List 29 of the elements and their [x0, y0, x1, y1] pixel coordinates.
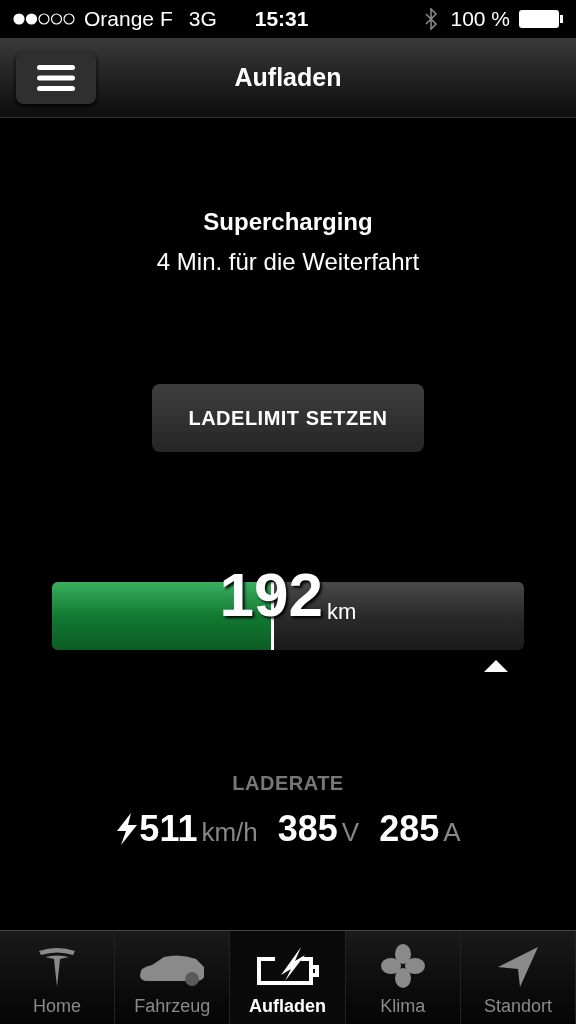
stat-unit: km/h [201, 816, 258, 849]
battery-percent: 100 % [450, 6, 510, 33]
tab[interactable]: Standort [460, 931, 576, 1024]
fan-icon [379, 943, 426, 989]
lightning-icon [115, 813, 140, 845]
charge-rate-label: LADERATE [232, 771, 344, 796]
clock: 15:31 [254, 6, 309, 33]
stat-unit: A [443, 816, 461, 849]
menu-icon [37, 64, 75, 91]
tab[interactable]: Home [0, 931, 116, 1024]
set-limit-button[interactable]: LADELIMIT SETZEN [152, 384, 424, 452]
charge-limit-marker[interactable] [484, 660, 508, 672]
tab[interactable]: Aufladen [230, 931, 346, 1024]
network-type: 3G [188, 6, 217, 33]
battery-icon [518, 9, 564, 29]
range-unit: km [327, 598, 357, 626]
bluetooth-icon [424, 8, 439, 30]
menu-button[interactable] [16, 51, 96, 104]
charging-status: Supercharging [203, 207, 373, 237]
remaining-time: 4 Min. für die Weiterfahrt [156, 247, 420, 277]
page-title: Aufladen [234, 61, 342, 93]
tab[interactable]: Fahrzeug [115, 931, 231, 1024]
stat-unit: V [341, 816, 360, 849]
stat-value: 285 [379, 807, 440, 851]
tab[interactable]: Klima [345, 931, 461, 1024]
stat-value: 511 [139, 807, 198, 851]
carrier-name: Orange F [84, 6, 173, 33]
signal-icon [12, 12, 76, 26]
stat-value: 385 [277, 807, 338, 851]
